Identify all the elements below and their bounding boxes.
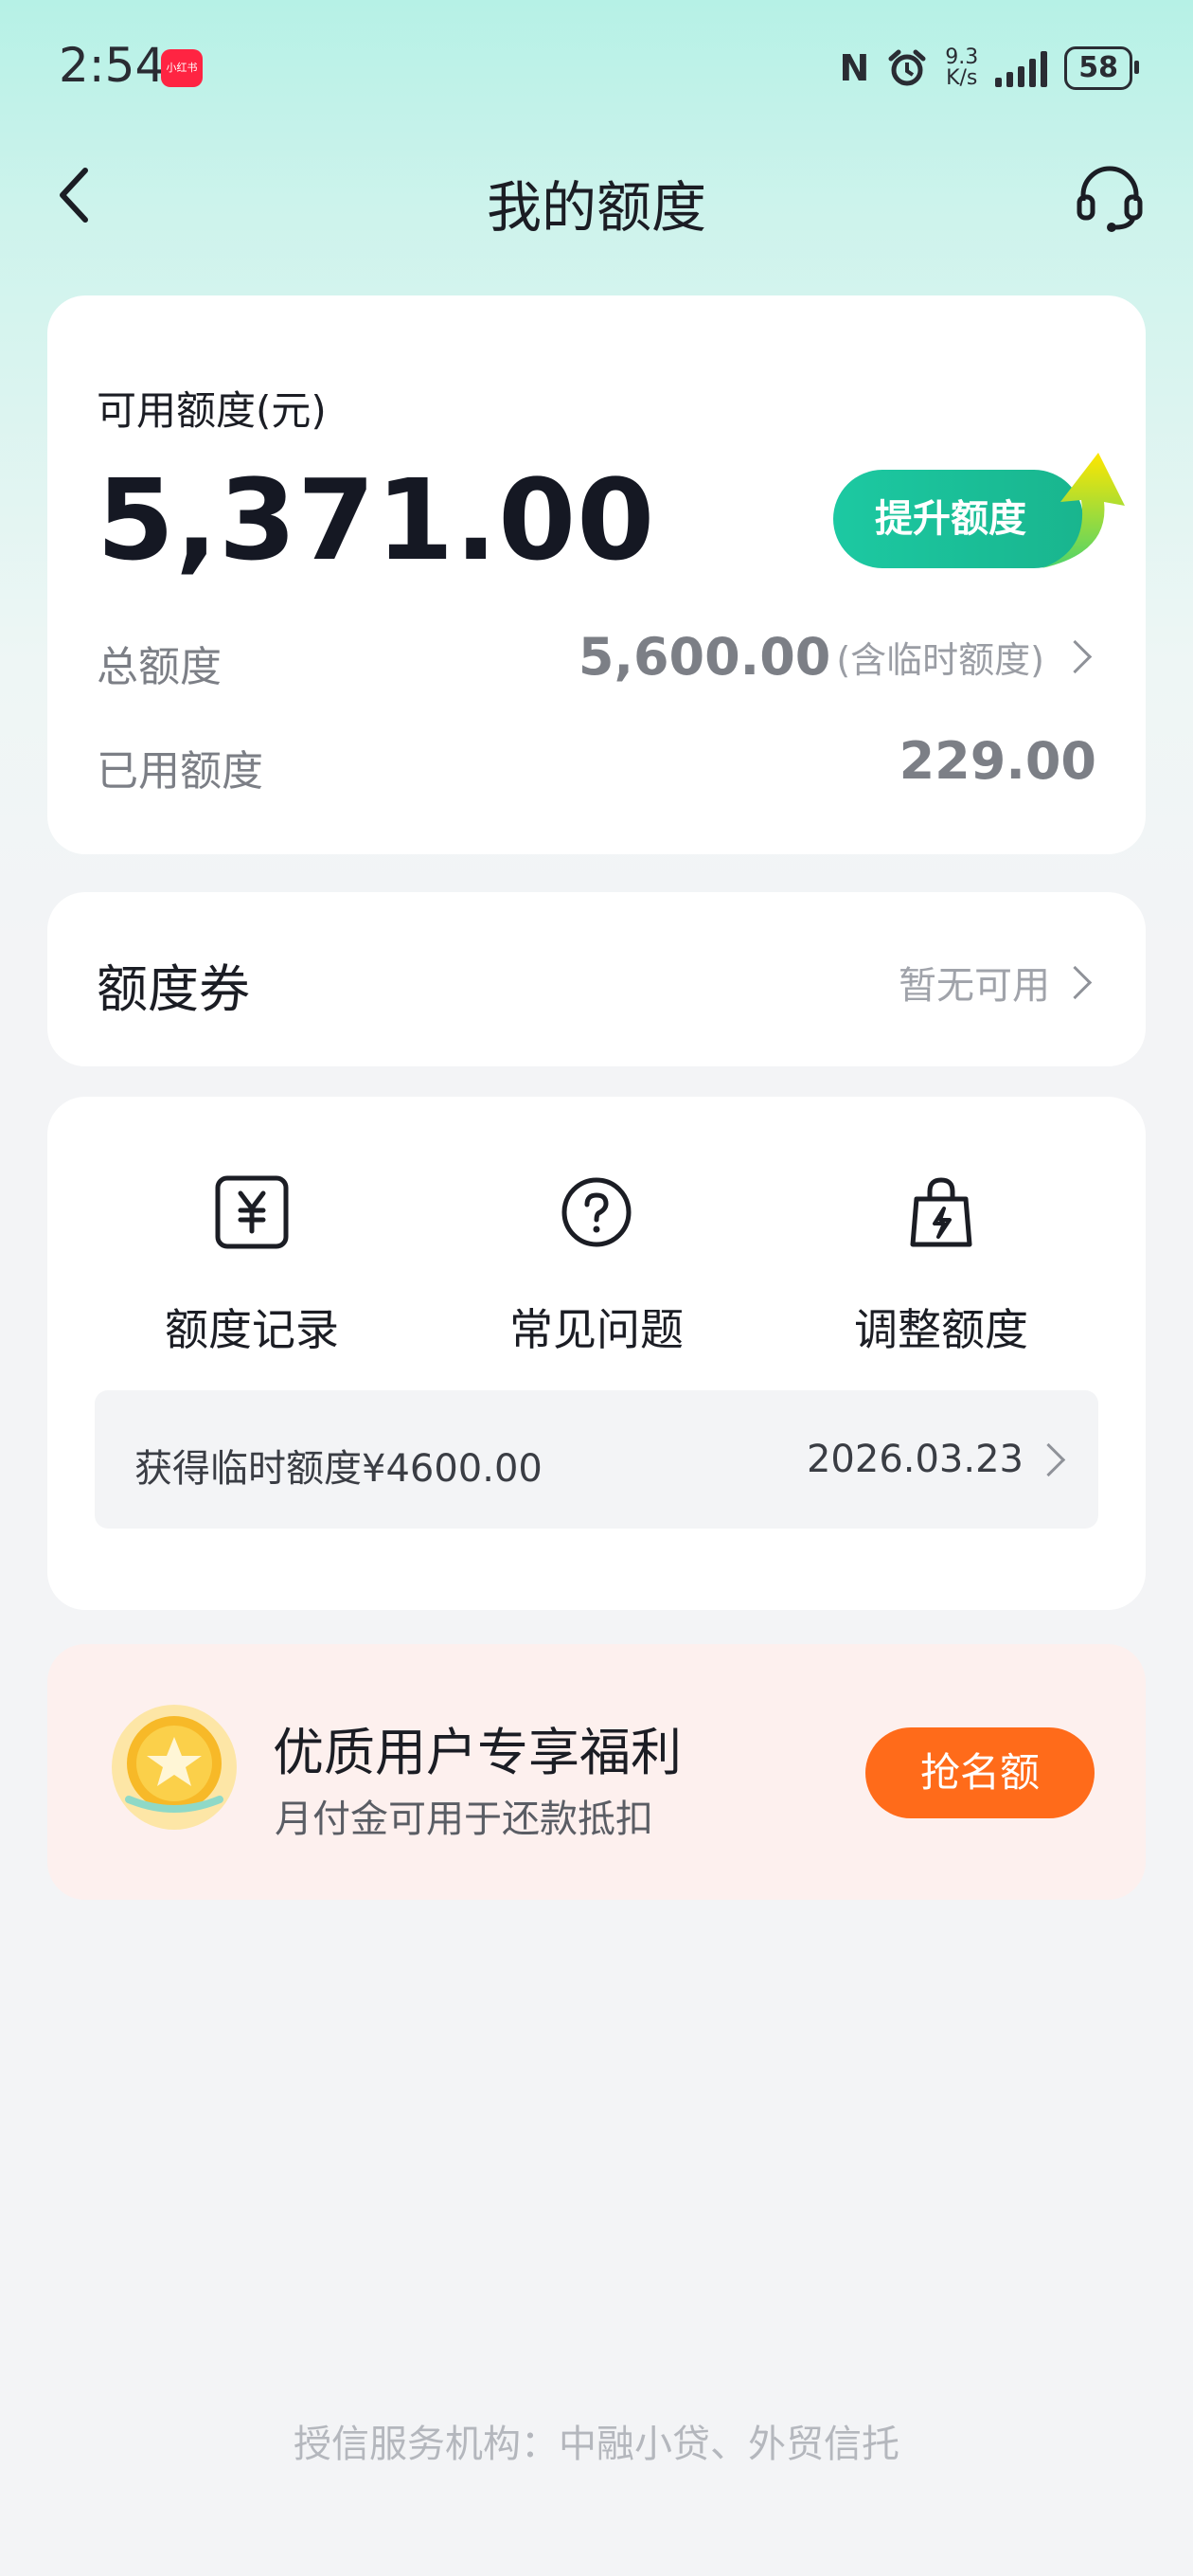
chevron-right-icon [1031,1442,1066,1476]
credit-card: 可用额度(元) 5,371.00 提升额度 总额度 5,600.00 (含临时额… [47,295,1146,854]
gold-coin-icon [112,1705,237,1830]
credit-record-item[interactable]: 获得临时额度¥4600.00 2026.03.23 [95,1390,1098,1529]
network-speed-value: 9.3 [945,45,979,69]
nfc-icon: N [839,47,870,89]
headset-icon[interactable] [1074,161,1146,233]
page-title: 我的额度 [486,175,706,240]
promo-title: 优质用户专享福利 [273,1723,682,1782]
credit-record-button[interactable]: 额度记录 [110,1174,394,1358]
coupon-status-group: 暂无可用 [899,955,1096,1010]
record-date-group: 2026.03.23 [807,1438,1070,1481]
shopping-bag-bolt-icon [910,1177,972,1247]
faq-button[interactable]: 常见问题 [454,1174,739,1358]
question-icon [561,1177,632,1247]
credit-record-label: 额度记录 [165,1304,339,1355]
total-credit-note: (含临时额度) [836,639,1044,681]
record-text: 获得临时额度¥4600.00 [134,1447,543,1491]
yuan-record-icon [215,1175,289,1249]
chevron-right-icon [1058,639,1093,674]
total-credit-amount: 5,600.00 [578,627,831,687]
network-speed: 9.3 K/s [945,47,978,89]
adjust-credit-button[interactable]: 调整额度 [799,1174,1083,1358]
network-speed-unit: K/s [946,66,978,90]
total-credit-label: 总额度 [97,643,222,691]
credit-institution-footer: 授信服务机构：中融小贷、外贸信托 [294,2423,899,2466]
up-arrow-icon [1042,453,1125,568]
coupon-status: 暂无可用 [899,964,1050,1008]
grab-quota-button[interactable]: 抢名额 [865,1727,1095,1818]
features-card: 额度记录 常见问题 调整额度 获得临时额度¥4600.00 2026.03.23 [47,1097,1146,1610]
status-time: 2:54 [59,38,166,93]
used-credit-amount: 229.00 [899,731,1096,791]
promo-banner[interactable]: 优质用户专享福利 月付金可用于还款抵扣 抢名额 [47,1644,1146,1900]
total-credit-row[interactable]: 总额度 5,600.00 (含临时额度) [97,623,1096,691]
available-credit-amount: 5,371.00 [97,455,656,585]
coupon-title: 额度券 [97,959,250,1019]
adjust-credit-label: 调整额度 [854,1304,1028,1355]
total-credit-value: 5,600.00 (含临时额度) [579,627,1096,687]
promo-subtitle: 月付金可用于还款抵扣 [275,1798,653,1841]
status-indicators: N 9.3 K/s 58 [839,42,1139,95]
used-credit-row: 已用额度 229.00 [97,727,1096,796]
used-credit-label: 已用额度 [97,747,263,796]
available-credit-label: 可用额度(元) [97,387,327,434]
xiaohongshu-notification-icon: 小红书 [161,49,203,87]
faq-label: 常见问题 [509,1304,684,1355]
signal-icon [995,49,1048,87]
top-nav: 我的额度 [0,142,1193,246]
coupon-card[interactable]: 额度券 暂无可用 [47,892,1146,1066]
status-bar: 2:54 小红书 N 9.3 K/s 58 [0,0,1193,133]
record-date: 2026.03.23 [806,1438,1024,1481]
chevron-right-icon [1058,965,1093,999]
battery-icon: 58 [1064,46,1139,90]
alarm-icon [888,49,926,86]
